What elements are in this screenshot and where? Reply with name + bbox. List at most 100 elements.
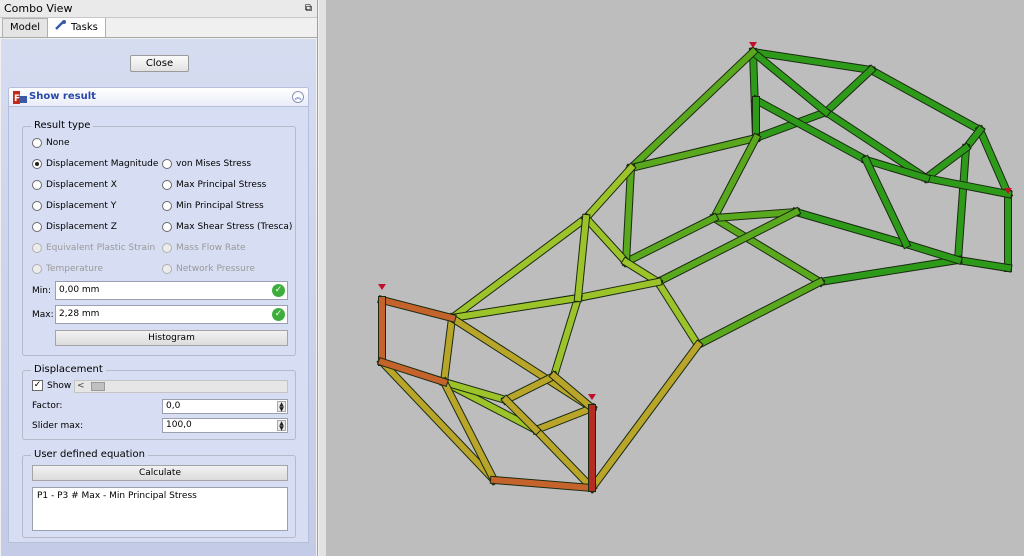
beam (490, 476, 596, 492)
beam (532, 404, 596, 434)
radio-max-shear-stress[interactable]: Max Shear Stress (Tresca) (162, 222, 292, 232)
factor-label: Factor: (32, 401, 63, 411)
radio-min-principal-stress[interactable]: Min Principal Stress (162, 201, 264, 211)
radio-von-mises-stress[interactable]: von Mises Stress (162, 159, 251, 169)
constraint-marker-icon (588, 394, 596, 400)
check-icon: ✓ (272, 308, 285, 321)
radio-displacement-magnitude[interactable]: Displacement Magnitude (32, 159, 158, 169)
beam (902, 240, 962, 264)
equation-textarea[interactable]: P1 - P3 # Max - Min Principal Stress (32, 487, 288, 531)
beam (587, 340, 703, 493)
taskbox-title: Show result (29, 91, 96, 102)
radio-max-shear-stress-indicator (162, 222, 172, 232)
beam (550, 294, 582, 380)
tab-model[interactable]: Model (2, 18, 49, 37)
radio-displacement-z-indicator (32, 222, 42, 232)
spin-arrows-icon[interactable]: ▲ ▼ (277, 420, 286, 432)
spin-arrows-icon[interactable]: ▲ ▼ (277, 401, 286, 413)
beam (693, 277, 825, 350)
beam (621, 213, 719, 267)
beam (378, 296, 456, 322)
radio-none[interactable]: None (32, 138, 69, 148)
show-checkbox[interactable]: ✓ Show (32, 380, 71, 391)
factor-value: 0,0 (166, 401, 181, 411)
radio-max-principal-stress-indicator (162, 180, 172, 190)
max-field[interactable]: 2,28 mm ✓ (55, 305, 288, 324)
beam (531, 425, 597, 493)
radio-temperature: Temperature (32, 264, 103, 274)
beam (954, 256, 1012, 272)
radio-max-principal-stress-label: Max Principal Stress (176, 180, 267, 190)
slider-max-spinbox[interactable]: 100,0 ▲ ▼ (162, 418, 288, 433)
fem-result-icon: F (13, 91, 27, 104)
radio-equivalent-plastic-strain: Equivalent Plastic Strain (32, 243, 155, 253)
radio-displacement-z-label: Displacement Z (46, 222, 117, 232)
radio-displacement-y-label: Displacement Y (46, 201, 117, 211)
radio-min-principal-stress-label: Min Principal Stress (176, 201, 264, 211)
wrench-icon (55, 19, 67, 37)
radio-network-pressure: Network Pressure (162, 264, 255, 274)
radio-none-indicator (32, 138, 42, 148)
show-checkbox-label: Show (47, 380, 72, 391)
radio-displacement-magnitude-indicator (32, 159, 42, 169)
beam (921, 143, 971, 183)
slider-max-label: Slider max: (32, 421, 84, 431)
displacement-title: Displacement (31, 364, 106, 375)
svg-text:F: F (14, 94, 20, 104)
beam (549, 371, 597, 413)
calculate-button[interactable]: Calculate (32, 465, 288, 481)
beam (501, 371, 559, 405)
radio-mass-flow-rate-label: Mass Flow Rate (176, 243, 246, 253)
taskbox-header[interactable]: F Show result ︽ (8, 87, 309, 107)
beam (653, 277, 703, 350)
3d-viewport[interactable] (319, 0, 1024, 556)
combo-tabbar: Model Tasks (0, 17, 317, 38)
beam (976, 126, 1012, 198)
radio-displacement-x[interactable]: Displacement X (32, 180, 117, 190)
undock-icon[interactable]: ⧉ (305, 0, 312, 18)
factor-spinbox[interactable]: 0,0 ▲ ▼ (162, 399, 288, 414)
beam (574, 278, 662, 302)
radio-network-pressure-label: Network Pressure (176, 264, 255, 274)
beam (440, 314, 456, 386)
beam (581, 213, 631, 267)
close-button[interactable]: Close (130, 55, 189, 72)
slider-handle[interactable] (91, 382, 105, 391)
constraint-marker-icon (378, 284, 386, 290)
combo-view-titlebar: Combo View ⧉ (0, 0, 317, 18)
displacement-slider[interactable]: < (74, 380, 288, 393)
radio-displacement-magnitude-label: Displacement Magnitude (46, 159, 159, 169)
combo-view-panel: Combo View ⧉ Model Tasks Close F Show re… (0, 0, 318, 556)
radio-max-principal-stress[interactable]: Max Principal Stress (162, 180, 266, 190)
beam (954, 144, 970, 264)
equation-title: User defined equation (31, 449, 148, 460)
slider-left-arrow-icon[interactable]: < (77, 381, 85, 392)
radio-displacement-x-indicator (32, 180, 42, 190)
collapse-icon[interactable]: ︽ (292, 91, 304, 103)
check-icon: ✓ (272, 284, 285, 297)
slider-max-value: 100,0 (166, 420, 192, 430)
result-type-title: Result type (31, 120, 94, 131)
radio-von-mises-stress-indicator (162, 159, 172, 169)
radio-temperature-label: Temperature (46, 264, 104, 274)
beam (816, 256, 962, 286)
radio-von-mises-stress-label: von Mises Stress (176, 159, 252, 169)
radio-displacement-z[interactable]: Displacement Z (32, 222, 117, 232)
tab-tasks[interactable]: Tasks (47, 17, 106, 37)
max-label: Max: (32, 310, 54, 320)
radio-none-label: None (46, 138, 70, 148)
constraint-marker-icon (749, 42, 757, 48)
equation-text: P1 - P3 # Max - Min Principal Stress (37, 491, 197, 501)
radio-displacement-y[interactable]: Displacement Y (32, 201, 116, 211)
min-field[interactable]: 0,00 mm ✓ (55, 281, 288, 300)
tab-tasks-label: Tasks (71, 21, 98, 33)
radio-min-principal-stress-indicator (162, 201, 172, 211)
beam (866, 65, 985, 135)
radio-displacement-y-indicator (32, 201, 42, 211)
max-value: 2,28 mm (59, 309, 100, 319)
radio-mass-flow-rate: Mass Flow Rate (162, 243, 246, 253)
radio-max-shear-stress-label: Max Shear Stress (Tresca) (176, 222, 293, 232)
histogram-button[interactable]: Histogram (55, 330, 288, 346)
radio-network-pressure-indicator (162, 264, 172, 274)
min-label: Min: (32, 286, 52, 296)
